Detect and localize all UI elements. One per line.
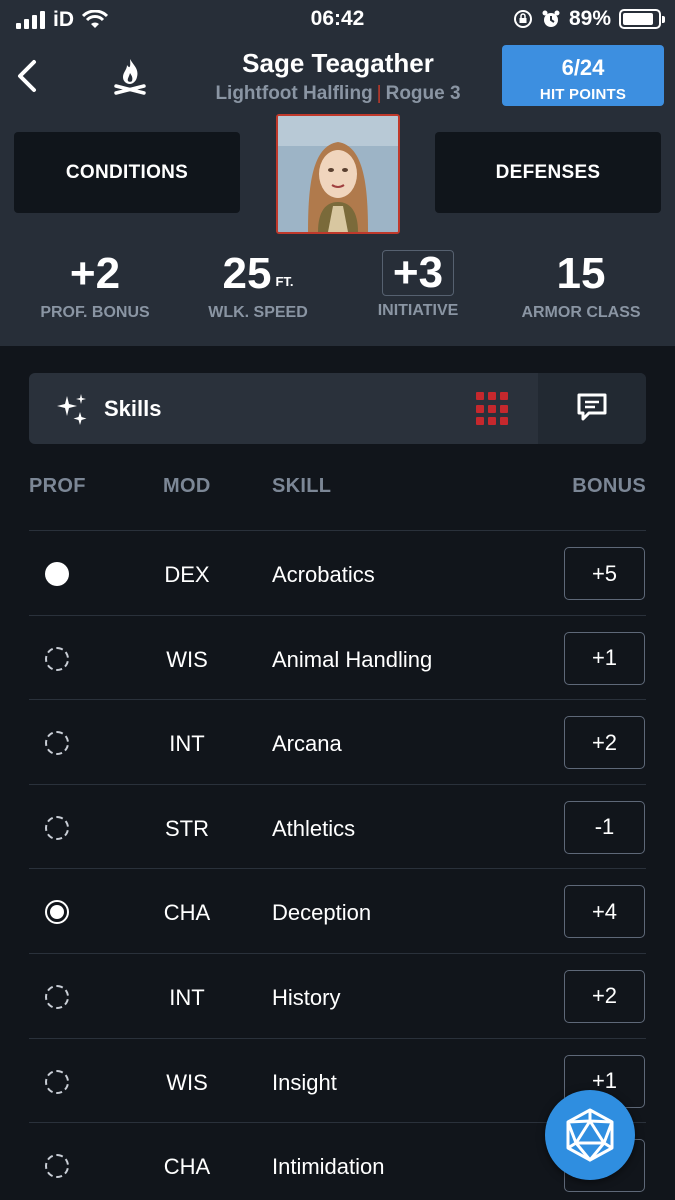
skill-name: Animal Handling <box>272 646 433 672</box>
status-bar: iD 06:42 89% <box>0 0 675 40</box>
skill-name: Arcana <box>272 731 342 757</box>
table-row[interactable]: DEX Acrobatics +5 <box>29 530 646 615</box>
ability-modifier: WIS <box>166 1069 208 1095</box>
ability-modifier: DEX <box>164 562 210 587</box>
table-row[interactable]: INT History +2 <box>29 952 646 1038</box>
battery-percent: 89% <box>568 7 611 30</box>
sparkle-icon <box>57 394 87 425</box>
hit-points-value: 6/24 <box>561 55 605 80</box>
table-row[interactable]: INT Arcana +2 <box>29 699 646 784</box>
walk-speed-unit: FT. <box>275 274 294 289</box>
skill-name: Insight <box>272 1069 337 1095</box>
initiative-stat[interactable]: +3 INITIATIVE <box>350 250 486 320</box>
skill-bonus-button[interactable]: +2 <box>564 716 645 770</box>
ability-modifier: WIS <box>166 646 208 672</box>
character-header: Sage Teagather Lightfoot Halfling | Rogue … <box>0 40 675 346</box>
proficiency-indicator <box>45 900 69 925</box>
armor-class-stat[interactable]: 15 ARMOR CLASS <box>506 250 656 322</box>
skill-bonus-button[interactable]: -1 <box>564 800 645 854</box>
hit-points-label: HIT POINTS <box>539 86 627 103</box>
skills-list: DEX Acrobatics +5 WIS Animal Handling +1… <box>29 530 646 1200</box>
initiative-label: INITIATIVE <box>377 302 459 319</box>
header-mod: MOD <box>163 475 211 497</box>
skill-bonus-button[interactable]: +5 <box>564 547 645 600</box>
rotation-lock-icon <box>513 10 532 28</box>
skill-name: Intimidation <box>272 1154 385 1180</box>
subtitle-separator: | <box>376 83 382 104</box>
skills-section-header[interactable]: Skills <box>29 373 646 444</box>
character-subtitle: Lightfoot Halfling | Rogue 3 <box>190 83 486 105</box>
initiative-value[interactable]: +3 <box>381 250 455 296</box>
skill-name: Deception <box>272 900 372 926</box>
walk-speed-value: 25 <box>222 249 272 298</box>
campfire-icon[interactable] <box>112 56 148 96</box>
table-row[interactable]: WIS Animal Handling +1 <box>29 614 646 700</box>
proficiency-bonus-label: PROF. BONUS <box>40 304 150 321</box>
header-prof: PROF <box>29 475 86 497</box>
character-class: Rogue 3 <box>385 83 461 104</box>
defenses-button[interactable]: DEFENSES <box>435 132 661 213</box>
table-row[interactable]: STR Athletics -1 <box>29 783 646 869</box>
proficiency-bonus-stat: +2 PROF. BONUS <box>20 250 170 322</box>
character-race: Lightfoot Halfling <box>215 83 373 104</box>
conditions-button[interactable]: CONDITIONS <box>14 132 240 213</box>
back-icon[interactable] <box>12 56 42 96</box>
chat-button[interactable] <box>538 373 646 444</box>
proficiency-indicator <box>45 1154 69 1179</box>
proficiency-indicator <box>45 1069 69 1094</box>
skills-title: Skills <box>104 396 162 421</box>
alarm-icon <box>542 10 560 27</box>
header-bonus: BONUS <box>572 475 646 497</box>
walk-speed-label: WLK. SPEED <box>208 304 308 321</box>
ability-modifier: CHA <box>163 1154 211 1180</box>
ability-modifier: CHA <box>163 900 211 926</box>
armor-class-value: 15 <box>556 249 606 298</box>
ability-modifier: STR <box>165 815 209 841</box>
proficiency-bonus-value: +2 <box>69 249 121 298</box>
skill-name: Athletics <box>272 815 356 841</box>
character-portrait[interactable] <box>276 114 400 234</box>
dice-roller-button[interactable] <box>545 1090 635 1180</box>
ability-modifier: INT <box>169 731 205 757</box>
header-skill: SKILL <box>272 475 332 497</box>
skill-name: Acrobatics <box>272 562 375 587</box>
skill-bonus-button[interactable]: +4 <box>564 885 645 939</box>
walk-speed-stat[interactable]: 25 FT. WLK. SPEED <box>188 250 328 322</box>
proficiency-indicator <box>45 815 69 840</box>
battery-icon <box>619 9 665 29</box>
grid-icon[interactable] <box>476 392 510 426</box>
table-row[interactable]: CHA Deception +4 <box>29 868 646 953</box>
proficiency-indicator <box>45 646 69 671</box>
proficiency-indicator <box>45 731 69 756</box>
chat-icon <box>577 393 607 421</box>
armor-class-label: ARMOR CLASS <box>521 304 641 321</box>
skill-bonus-button[interactable]: +1 <box>564 631 645 685</box>
d20-dice-icon <box>566 1108 614 1162</box>
skill-bonus-button[interactable]: +2 <box>564 969 645 1023</box>
proficiency-indicator <box>45 984 69 1009</box>
hit-points-button[interactable]: 6/24 HIT POINTS <box>502 45 664 106</box>
character-name: Sage Teagather <box>242 48 434 78</box>
ability-modifier: INT <box>169 984 205 1010</box>
skills-table-header: PROF MOD SKILL BONUS <box>29 473 646 503</box>
proficiency-indicator <box>45 562 69 586</box>
skill-name: History <box>272 984 341 1010</box>
